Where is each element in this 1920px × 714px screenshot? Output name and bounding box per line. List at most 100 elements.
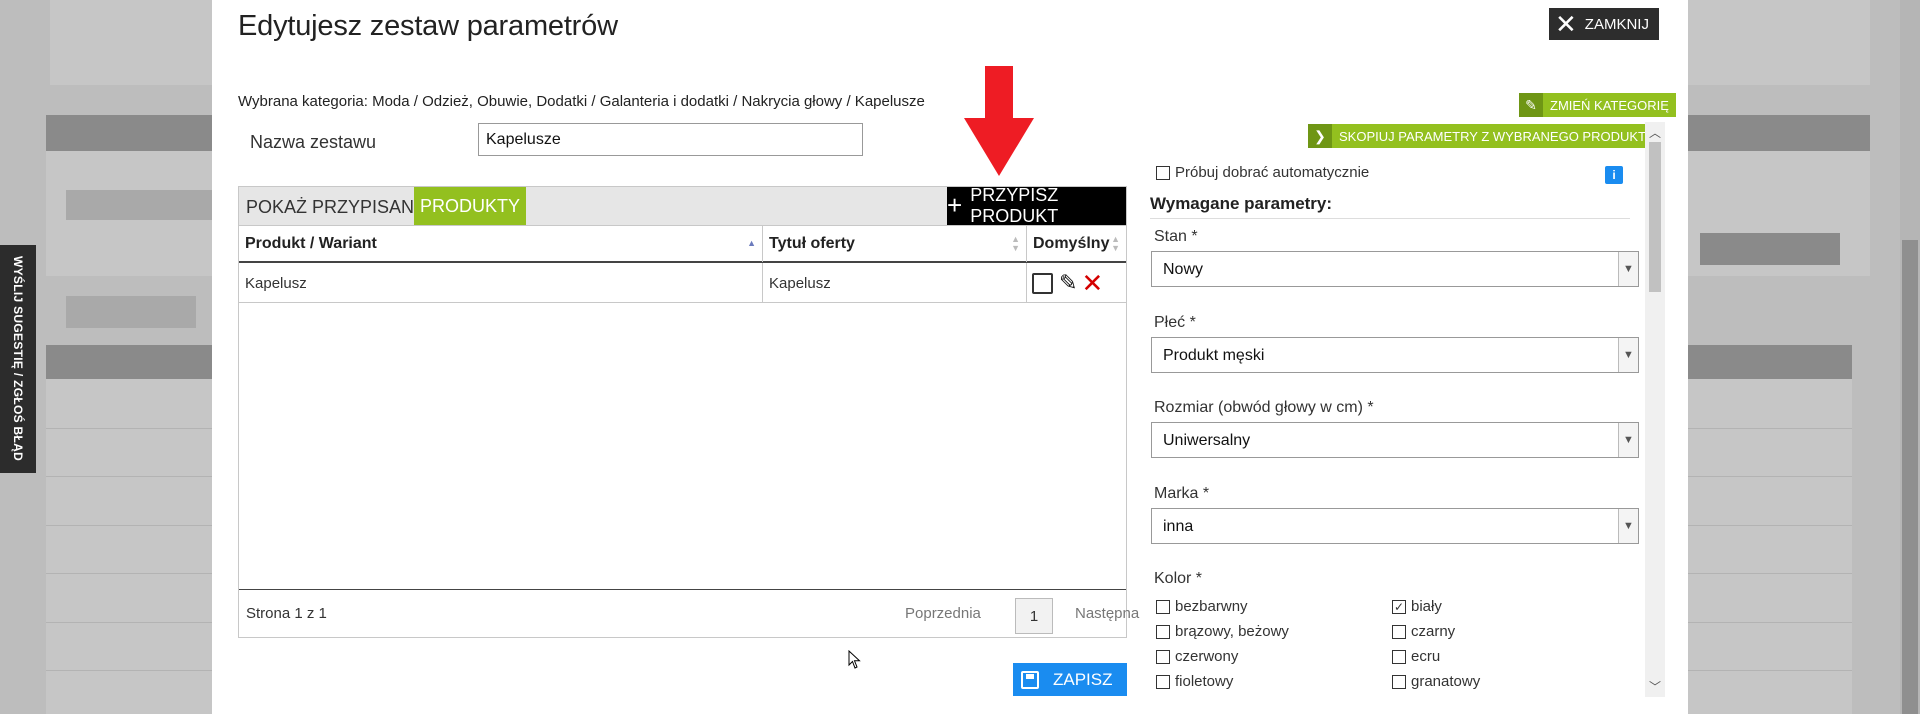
color-checkbox[interactable] xyxy=(1392,624,1406,639)
cell-product: Kapelusz xyxy=(239,263,763,303)
color-checkbox[interactable] xyxy=(1156,674,1170,689)
color-checkbox[interactable] xyxy=(1392,674,1406,689)
products-panel: POKAŻ PRZYPISANE: PRODUKTY + PRZYPISZ PR… xyxy=(238,185,1139,638)
color-label: granatowy xyxy=(1411,673,1481,690)
assign-product-button[interactable]: + PRZYPISZ PRODUKT xyxy=(947,185,1126,226)
pagination: Strona 1 z 1 Poprzednia 1 Następna xyxy=(239,589,1139,637)
bg-search-button xyxy=(1700,233,1840,265)
page-scrollbar[interactable] xyxy=(1900,0,1920,714)
feedback-side-tab[interactable]: WYŚLIJ SUGESTIĘ / ZGŁOŚ BŁĄD xyxy=(0,245,36,473)
color-label: ecru xyxy=(1411,648,1441,665)
field-label-color: Kolor * xyxy=(1154,570,1203,587)
color-option-black[interactable]: czarny xyxy=(1392,623,1455,640)
column-label: Produkt / Wariant xyxy=(245,235,377,252)
scroll-up-icon[interactable]: ︿ xyxy=(1645,124,1665,141)
select-value: Nowy xyxy=(1163,261,1204,278)
page-scrollbar-thumb[interactable] xyxy=(1902,240,1918,714)
edit-pencil-icon[interactable]: ✎ xyxy=(1059,270,1077,296)
color-option-white[interactable]: ✓ biały xyxy=(1392,598,1442,615)
change-category-button[interactable]: ✎ ZMIEŃ KATEGORIĘ xyxy=(1519,93,1676,117)
page-number-button[interactable]: 1 xyxy=(1015,598,1053,634)
close-icon: ✕ xyxy=(1555,9,1577,39)
chevron-down-icon: ▼ xyxy=(1618,252,1638,286)
color-option-purple[interactable]: fioletowy xyxy=(1156,673,1233,690)
change-category-label: ZMIEŃ KATEGORIĘ xyxy=(1550,97,1669,113)
auto-match-row[interactable]: Próbuj dobrać automatycznie xyxy=(1156,164,1369,181)
cell-actions: ✎ ✕ xyxy=(1027,263,1126,303)
column-label: Domyślny xyxy=(1033,235,1110,252)
select-value: inna xyxy=(1163,518,1194,535)
select-size[interactable]: Uniwersalny ▼ xyxy=(1151,422,1639,458)
set-name-label: Nazwa zestawu xyxy=(250,132,377,152)
color-label: bezbarwny xyxy=(1175,598,1248,615)
sort-asc-icon: ▲ xyxy=(747,238,756,248)
chevron-down-icon: ▼ xyxy=(1618,338,1638,372)
select-value: Produkt męski xyxy=(1163,347,1265,364)
select-value: Uniwersalny xyxy=(1163,432,1251,449)
tab-products[interactable]: PRODUKTY xyxy=(414,187,526,225)
select-gender[interactable]: Produkt męski ▼ xyxy=(1151,337,1639,373)
default-checkbox[interactable] xyxy=(1032,272,1053,294)
auto-match-checkbox[interactable] xyxy=(1156,165,1170,180)
close-button-label: ZAMKNIJ xyxy=(1584,15,1649,33)
chevron-down-icon: ▼ xyxy=(1618,423,1638,457)
modal-title: Edytujesz zestaw parametrów xyxy=(238,10,618,42)
plus-icon: + xyxy=(947,189,963,220)
save-label: ZAPISZ xyxy=(1053,669,1113,689)
scroll-down-icon[interactable]: ﹀ xyxy=(1645,678,1665,695)
info-icon[interactable]: i xyxy=(1605,166,1623,184)
selected-category-breadcrumb: Wybrana kategoria: Moda / Odzież, Obuwie… xyxy=(238,93,925,110)
color-label: czarny xyxy=(1411,623,1456,640)
color-checkbox-checked[interactable]: ✓ xyxy=(1392,599,1406,614)
color-checkbox[interactable] xyxy=(1156,649,1170,664)
delete-icon[interactable]: ✕ xyxy=(1081,270,1103,296)
close-button[interactable]: ✕ ZAMKNIJ xyxy=(1549,8,1659,40)
color-option-ecru[interactable]: ecru xyxy=(1392,648,1440,665)
color-checkbox[interactable] xyxy=(1156,599,1170,614)
color-label: brązowy, beżowy xyxy=(1175,623,1289,640)
sort-icon: ▲ ▼ xyxy=(1111,234,1120,253)
color-option-colorless[interactable]: bezbarwny xyxy=(1156,598,1248,615)
table-row: Kapelusz Kapelusz ✎ ✕ xyxy=(239,263,1126,303)
bg-search-field xyxy=(66,296,196,328)
color-label: czerwony xyxy=(1175,648,1239,665)
color-label: fioletowy xyxy=(1175,673,1234,690)
required-params-title: Wymagane parametry: xyxy=(1150,194,1333,213)
field-label-size: Rozmiar (obwód głowy w cm) * xyxy=(1154,399,1374,416)
set-name-input[interactable] xyxy=(478,123,863,156)
params-scrollbar-thumb[interactable] xyxy=(1649,142,1661,292)
floppy-disk-icon xyxy=(1013,663,1047,696)
color-checkbox[interactable] xyxy=(1156,624,1170,639)
select-brand[interactable]: inna ▼ xyxy=(1151,508,1639,544)
mouse-cursor-icon xyxy=(848,650,861,669)
save-button[interactable]: ZAPISZ xyxy=(1013,663,1127,696)
color-option-brown-beige[interactable]: brązowy, beżowy xyxy=(1156,623,1289,640)
pencil-icon: ✎ xyxy=(1519,93,1543,117)
field-label-gender: Płeć * xyxy=(1154,314,1196,331)
assign-product-label: PRZYPISZ PRODUKT xyxy=(970,185,1059,226)
auto-match-label: Próbuj dobrać automatycznie xyxy=(1175,164,1370,181)
column-offer-title[interactable]: Tytuł oferty ▲ ▼ xyxy=(763,226,1027,262)
red-arrow-annotation-icon xyxy=(964,66,1034,176)
cell-offer-title: Kapelusz xyxy=(763,263,1027,303)
page-info: Strona 1 z 1 xyxy=(246,605,327,622)
chevron-down-icon: ▼ xyxy=(1618,509,1638,543)
next-page-link[interactable]: Następna xyxy=(1075,605,1139,622)
column-label: Tytuł oferty xyxy=(769,235,855,252)
field-label-condition: Stan * xyxy=(1154,228,1198,245)
column-product-variant[interactable]: Produkt / Wariant ▲ xyxy=(239,226,763,262)
field-label-brand: Marka * xyxy=(1154,485,1210,502)
color-option-red[interactable]: czerwony xyxy=(1156,648,1238,665)
divider xyxy=(1150,218,1630,219)
sort-icon: ▲ ▼ xyxy=(1011,234,1020,253)
bg-filter-field xyxy=(66,190,216,220)
color-checkbox[interactable] xyxy=(1392,649,1406,664)
show-assigned-label: POKAŻ PRZYPISANE: xyxy=(246,197,432,217)
color-option-navy[interactable]: granatowy xyxy=(1392,673,1480,690)
column-default[interactable]: Domyślny ▲ ▼ xyxy=(1027,226,1126,262)
select-condition[interactable]: Nowy ▼ xyxy=(1151,251,1639,287)
products-toolbar: POKAŻ PRZYPISANE: PRODUKTY + PRZYPISZ PR… xyxy=(239,185,1126,226)
color-label: biały xyxy=(1411,598,1442,615)
params-scrollbar[interactable]: ︿ ﹀ xyxy=(1645,122,1665,697)
previous-page-link[interactable]: Poprzednia xyxy=(905,605,981,622)
